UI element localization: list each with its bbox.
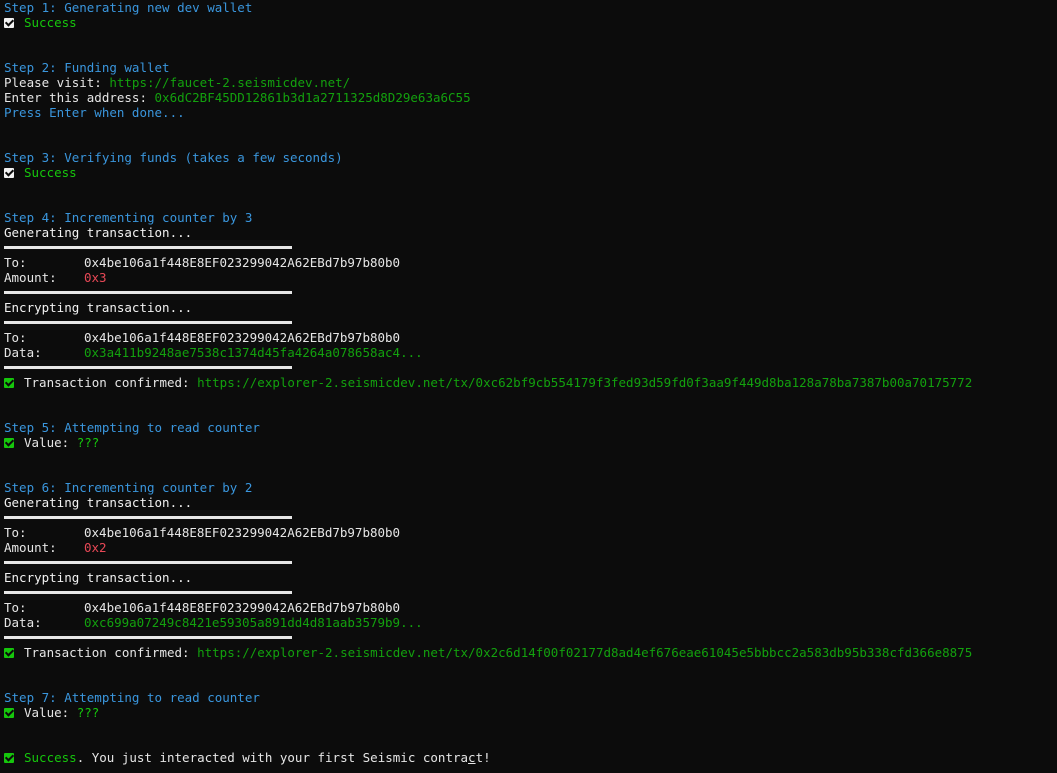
faucet-link[interactable]: https://faucet-2.seismicdev.net/ <box>109 75 350 90</box>
address-label: Enter this address: <box>4 90 155 105</box>
step4-title: Step 4: Incrementing counter by 3 <box>4 210 253 225</box>
step7-title: Step 7: Attempting to read counter <box>4 690 260 705</box>
checkbox-icon <box>4 648 14 658</box>
status-text: Success <box>24 15 77 30</box>
step4-amount-line: Amount: 0x3 <box>4 270 107 285</box>
amount-value: 0x3 <box>84 270 107 285</box>
step6-confirmed: Transaction confirmed: https://explorer-… <box>4 645 1057 660</box>
press-enter-prompt: Press Enter when done... <box>4 105 185 120</box>
checkbox-icon <box>4 438 14 448</box>
step6-encrypting: Encrypting transaction... <box>4 570 193 585</box>
divider <box>4 630 1057 645</box>
amount-value: 0x2 <box>84 540 107 555</box>
checkbox-icon <box>4 18 14 28</box>
step6-data-line: Data: 0xc699a07249c8421e59305a891dd4d81aa… <box>4 615 423 630</box>
visit-label: Please visit: <box>4 75 110 90</box>
wallet-address: 0x6dC2BF45DD12861b3d1a2711325d8D29e63a6C… <box>154 90 471 105</box>
address-line: Enter this address: 0x6dC2BF45DD12861b3d… <box>4 90 1057 105</box>
step1-status: Success <box>4 15 1057 30</box>
divider <box>4 240 1057 255</box>
step7-value: Value: ??? <box>4 705 1057 720</box>
to-address: 0x4be106a1f448E8EF023299042A62EBd7b97b80… <box>84 525 401 540</box>
success-text: Success <box>24 750 77 765</box>
step1-title: Step 1: Generating new dev wallet <box>4 0 253 15</box>
step2-title: Step 2: Funding wallet <box>4 60 170 75</box>
visit-line: Please visit: https://faucet-2.seismicde… <box>4 75 1057 90</box>
step5-value: Value: ??? <box>4 435 1057 450</box>
step4-to-line: To: 0x4be106a1f448E8EF023299042A62EBd7b97… <box>4 255 401 270</box>
step3-title: Step 3: Verifying funds (takes a few sec… <box>4 150 343 165</box>
step4-data-line: Data: 0x3a411b9248ae7538c1374d45fa4264a07… <box>4 345 423 360</box>
terminal-output[interactable]: Step 1: Generating new dev wallet Succes… <box>4 0 1057 765</box>
step4-to2-line: To: 0x4be106a1f448E8EF023299042A62EBd7b97… <box>4 330 401 345</box>
encrypted-data: 0x3a411b9248ae7538c1374d45fa4264a078658a… <box>84 345 423 360</box>
to-address: 0x4be106a1f448E8EF023299042A62EBd7b97b80… <box>84 600 401 615</box>
counter-value: ??? <box>76 435 100 450</box>
step6-title: Step 6: Incrementing counter by 2 <box>4 480 253 495</box>
step6-to2-line: To: 0x4be106a1f448E8EF023299042A62EBd7b97… <box>4 600 401 615</box>
step4-generating: Generating transaction... <box>4 225 193 240</box>
step4-confirmed: Transaction confirmed: https://explorer-… <box>4 375 1057 390</box>
divider <box>4 555 1057 570</box>
step4-encrypting: Encrypting transaction... <box>4 300 193 315</box>
to-address: 0x4be106a1f448E8EF023299042A62EBd7b97b80… <box>84 330 401 345</box>
divider <box>4 360 1057 375</box>
encrypted-data: 0xc699a07249c8421e59305a891dd4d81aab3579… <box>84 615 423 630</box>
divider <box>4 585 1057 600</box>
checkbox-icon <box>4 708 14 718</box>
divider <box>4 285 1057 300</box>
counter-value: ??? <box>76 705 100 720</box>
explorer-link[interactable]: https://explorer-2.seismicdev.net/tx/0x2… <box>197 645 972 660</box>
step6-generating: Generating transaction... <box>4 495 193 510</box>
to-address: 0x4be106a1f448E8EF023299042A62EBd7b97b80… <box>84 255 401 270</box>
status-text: Success <box>24 165 77 180</box>
checkbox-icon <box>4 753 14 763</box>
explorer-link[interactable]: https://explorer-2.seismicdev.net/tx/0xc… <box>197 375 972 390</box>
divider <box>4 315 1057 330</box>
step3-status: Success <box>4 165 1057 180</box>
checkbox-icon <box>4 168 14 178</box>
step6-to-line: To: 0x4be106a1f448E8EF023299042A62EBd7b97… <box>4 525 401 540</box>
terminal-cursor: c <box>468 750 476 765</box>
final-success-line: Success. You just interacted with your f… <box>4 750 1057 765</box>
divider <box>4 510 1057 525</box>
step6-amount-line: Amount: 0x2 <box>4 540 107 555</box>
step5-title: Step 5: Attempting to read counter <box>4 420 260 435</box>
checkbox-icon <box>4 378 14 388</box>
